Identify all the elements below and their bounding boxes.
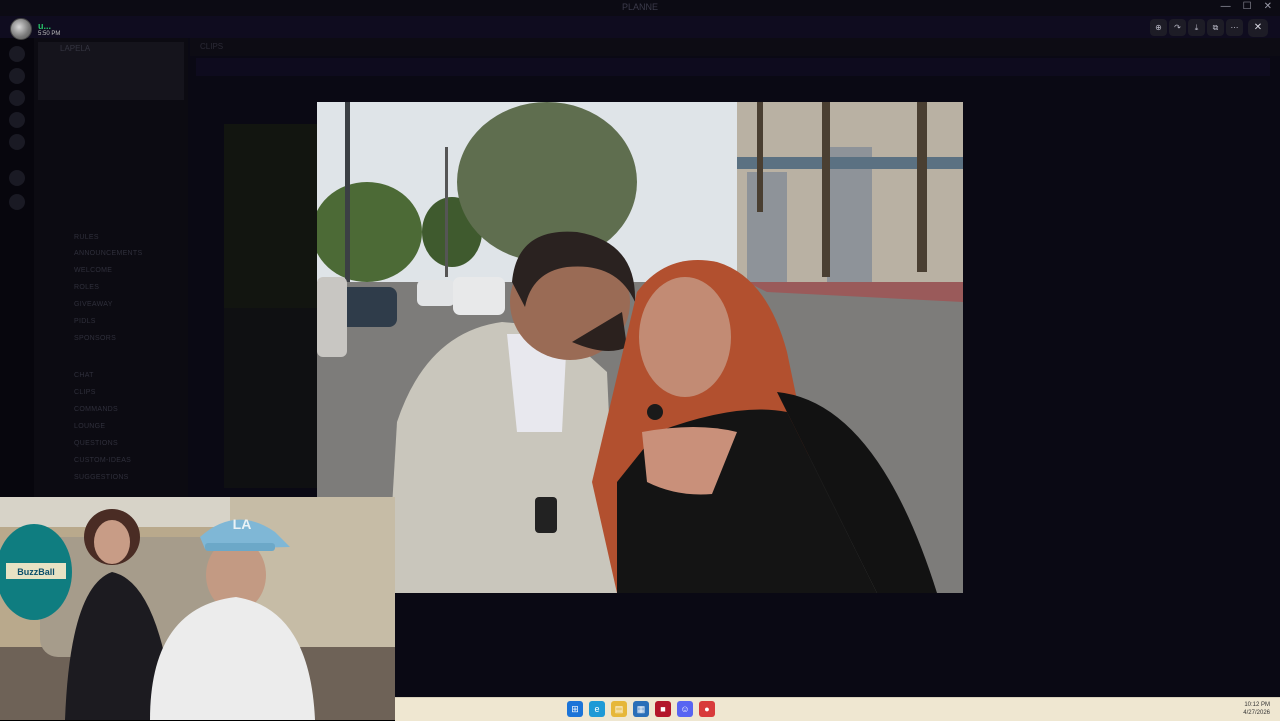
open-external-icon[interactable]: ⧉ bbox=[1207, 19, 1224, 36]
jar-label: BuzzBall bbox=[17, 567, 55, 577]
zoom-in-icon[interactable]: ⊕ bbox=[1150, 19, 1167, 36]
channel-item[interactable]: LOUNGE bbox=[74, 423, 105, 430]
channel-item[interactable]: SUGGESTIONS bbox=[74, 474, 129, 481]
channel-item[interactable]: RULES bbox=[74, 234, 99, 241]
user-name-text: u... bbox=[38, 21, 51, 31]
message-media-thumbnail[interactable] bbox=[224, 308, 318, 488]
forward-icon[interactable]: ↷ bbox=[1169, 19, 1186, 36]
thread-bar bbox=[196, 58, 1270, 76]
top-banner bbox=[0, 16, 1280, 38]
add-server-icon[interactable] bbox=[9, 170, 25, 186]
server-icon[interactable] bbox=[9, 46, 25, 62]
server-icon[interactable] bbox=[9, 68, 25, 84]
discord-icon[interactable]: ☺ bbox=[677, 701, 693, 717]
explore-icon[interactable] bbox=[9, 194, 25, 210]
start-icon[interactable]: ⊞ bbox=[567, 701, 583, 717]
channel-item[interactable]: CUSTOM-IDEAS bbox=[74, 457, 131, 464]
minimize-button[interactable]: — bbox=[1221, 1, 1231, 12]
hat-logo-text: LA bbox=[233, 516, 252, 532]
channel-item[interactable]: COMMANDS bbox=[74, 406, 118, 413]
channel-item[interactable]: WELCOME bbox=[74, 267, 112, 274]
server-icon[interactable] bbox=[9, 112, 25, 128]
media-viewer-toolbar: ⊕ ↷ ⤓ ⧉ ⋯ bbox=[1150, 19, 1243, 36]
system-clock[interactable]: 10:12 PM 4/27/2026 bbox=[1243, 701, 1270, 717]
message-media-thumbnail[interactable] bbox=[224, 124, 318, 314]
media-image[interactable] bbox=[317, 102, 963, 593]
clock-date: 4/27/2026 bbox=[1243, 710, 1270, 716]
channel-item[interactable]: SPONSORS bbox=[74, 335, 116, 342]
chat-channel-title: CLIPS bbox=[200, 42, 224, 51]
app-red-icon[interactable]: ■ bbox=[655, 701, 671, 717]
user-avatar bbox=[10, 18, 32, 40]
webcam-overlay: BuzzBall LA bbox=[0, 497, 395, 720]
channel-item[interactable]: GIVEAWAY bbox=[74, 301, 113, 308]
channel-item[interactable]: PIDLS bbox=[74, 318, 96, 325]
store-icon[interactable]: ▦ bbox=[633, 701, 649, 717]
close-viewer-button[interactable]: ✕ bbox=[1248, 19, 1268, 37]
taskbar-icons: ⊞ e ▤ ▦ ■ ☺ ● bbox=[567, 701, 715, 717]
file-explorer-icon[interactable]: ▤ bbox=[611, 701, 627, 717]
maximize-button[interactable]: ☐ bbox=[1243, 1, 1252, 12]
edge-icon[interactable]: e bbox=[589, 701, 605, 717]
channel-item[interactable]: ROLES bbox=[74, 284, 99, 291]
window-close-button[interactable]: ✕ bbox=[1264, 1, 1272, 12]
channel-item[interactable]: ANNOUNCEMENTS bbox=[74, 250, 142, 257]
clock-time: 10:12 PM bbox=[1244, 702, 1270, 708]
chat-header bbox=[190, 38, 1280, 56]
window-titlebar: PLANNE — ☐ ✕ bbox=[0, 0, 1280, 16]
current-user[interactable]: u... 5:50 PM bbox=[10, 18, 60, 40]
channel-item-selected[interactable]: CLIPS bbox=[74, 389, 96, 396]
browser-icon[interactable]: ● bbox=[699, 701, 715, 717]
server-icon[interactable] bbox=[9, 134, 25, 150]
server-name[interactable]: LAPELA bbox=[60, 44, 90, 53]
more-options-icon[interactable]: ⋯ bbox=[1226, 19, 1243, 36]
download-icon[interactable]: ⤓ bbox=[1188, 19, 1205, 36]
channel-sidebar: LAPELA RULES ANNOUNCEMENTS WELCOME ROLES… bbox=[34, 38, 188, 498]
taskbar: ⊞ e ▤ ▦ ■ ☺ ● 10:12 PM 4/27/2026 bbox=[395, 697, 1280, 721]
window-controls: — ☐ ✕ bbox=[1221, 1, 1272, 12]
server-icon[interactable] bbox=[9, 90, 25, 106]
server-list bbox=[0, 38, 34, 508]
user-time: 5:50 PM bbox=[38, 31, 61, 37]
user-name: u... bbox=[38, 21, 60, 31]
channel-item[interactable]: CHAT bbox=[74, 372, 94, 379]
window-title: PLANNE bbox=[621, 2, 658, 12]
channel-item[interactable]: QUESTIONS bbox=[74, 440, 118, 447]
